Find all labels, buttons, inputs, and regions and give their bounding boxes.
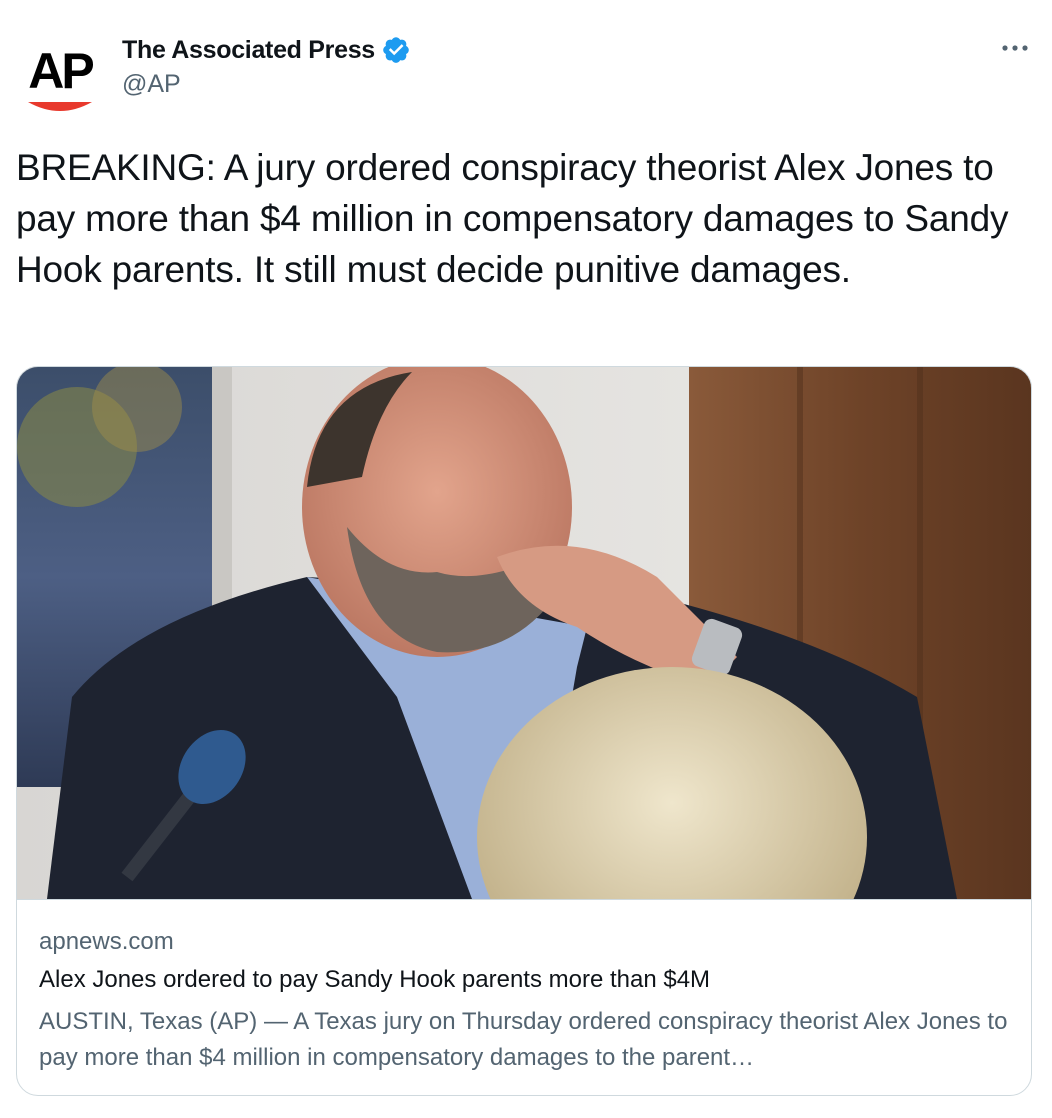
- card-photo: [17, 367, 1031, 899]
- avatar[interactable]: AP: [16, 30, 104, 118]
- link-card[interactable]: apnews.com Alex Jones ordered to pay San…: [16, 366, 1032, 1096]
- tweet[interactable]: AP The Associated Press @AP BREAKING: A …: [0, 0, 1052, 1118]
- card-body[interactable]: apnews.com Alex Jones ordered to pay San…: [17, 899, 1031, 1095]
- verified-badge-icon: [381, 35, 411, 65]
- ap-logo-text: AP: [28, 43, 93, 99]
- author-display-name[interactable]: The Associated Press: [122, 36, 375, 65]
- more-horizontal-icon: [1002, 45, 1028, 51]
- more-options-button[interactable]: [1000, 36, 1030, 60]
- author-handle[interactable]: @AP: [122, 70, 181, 99]
- author-name-row[interactable]: The Associated Press: [122, 34, 411, 66]
- card-domain: apnews.com: [39, 928, 174, 955]
- card-description: AUSTIN, Texas (AP) — A Texas jury on Thu…: [39, 1008, 1008, 1071]
- ap-logo: AP: [16, 30, 104, 118]
- card-title[interactable]: Alex Jones ordered to pay Sandy Hook par…: [39, 966, 710, 994]
- tweet-text: BREAKING: A jury ordered conspiracy theo…: [16, 147, 1009, 290]
- card-image[interactable]: [17, 367, 1031, 899]
